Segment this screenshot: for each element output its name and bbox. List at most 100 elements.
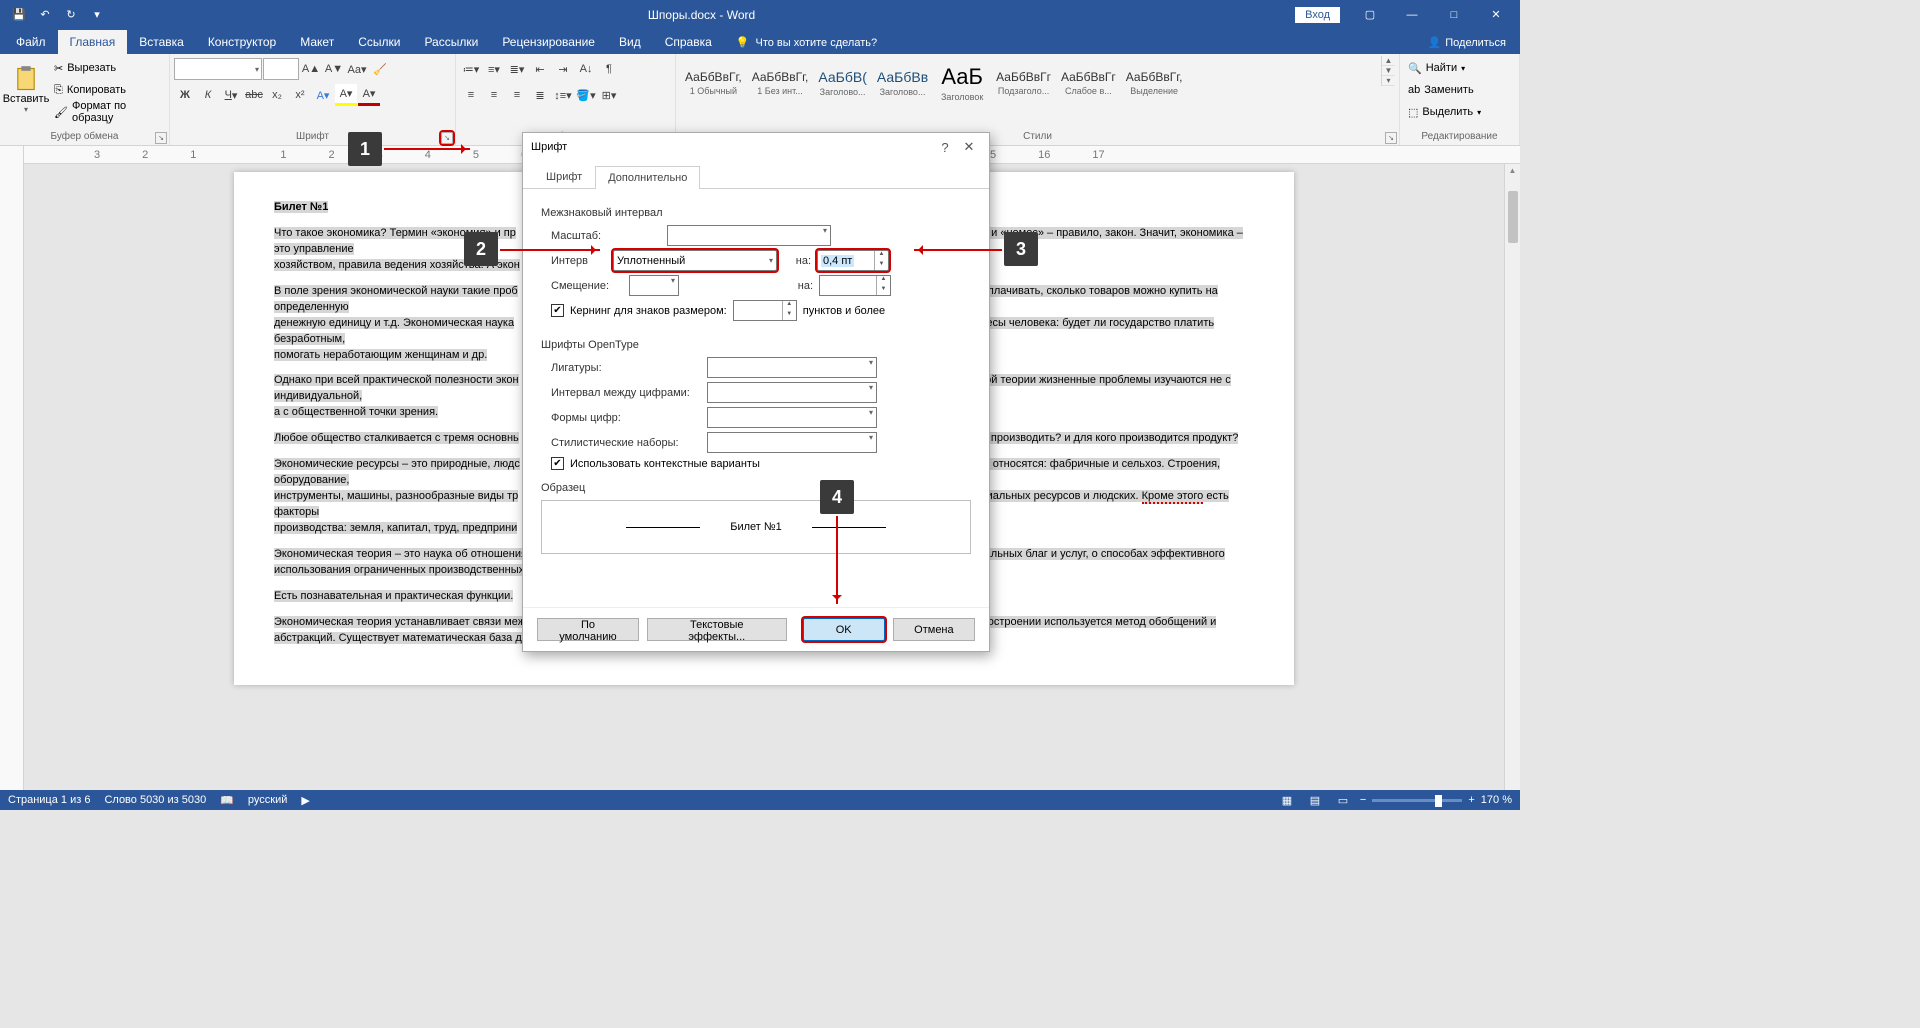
vertical-ruler[interactable] — [0, 164, 24, 790]
tab-help[interactable]: Справка — [653, 30, 724, 54]
ribbon-display-icon[interactable]: ▢ — [1350, 0, 1390, 29]
tab-layout[interactable]: Макет — [288, 30, 346, 54]
tab-home[interactable]: Главная — [58, 30, 128, 54]
style-item[interactable]: АаБбВвГг,1 Обычный — [680, 56, 747, 110]
numbering-button[interactable]: ≡▾ — [483, 58, 505, 80]
undo-icon[interactable]: ↶ — [34, 4, 56, 26]
save-icon[interactable]: 💾 — [8, 4, 30, 26]
num-forms-combo[interactable]: ▾ — [707, 407, 877, 428]
font-dialog-launcher[interactable]: ↘ — [441, 132, 453, 144]
text-effects-button[interactable]: A▾ — [312, 84, 334, 106]
clear-formatting-button[interactable]: 🧹 — [369, 58, 391, 80]
align-right-button[interactable]: ≡ — [506, 84, 528, 106]
view-print-icon[interactable]: ▤ — [1304, 789, 1326, 811]
change-case-button[interactable]: Aa▾ — [346, 58, 368, 80]
tab-mailings[interactable]: Рассылки — [412, 30, 490, 54]
position-combo[interactable]: ▾ — [629, 275, 679, 296]
align-center-button[interactable]: ≡ — [483, 84, 505, 106]
font-color-button[interactable]: A▾ — [358, 84, 380, 106]
spinner-up[interactable]: ▲ — [783, 301, 796, 311]
paste-button[interactable]: Вставить ▾ — [4, 56, 48, 122]
ligatures-combo[interactable]: ▾ — [707, 357, 877, 378]
tab-file[interactable]: Файл — [4, 30, 58, 54]
strikethrough-button[interactable]: abc — [243, 84, 265, 106]
kerning-checkbox[interactable]: ✔ — [551, 304, 564, 317]
spinner-down[interactable]: ▼ — [875, 261, 888, 271]
justify-button[interactable]: ≣ — [529, 84, 551, 106]
spacing-combo[interactable]: Уплотненный▾ — [613, 250, 777, 271]
find-button[interactable]: 🔍Найти▾ — [1404, 58, 1469, 78]
ok-button[interactable]: OK — [803, 618, 885, 641]
replace-button[interactable]: abЗаменить — [1404, 80, 1478, 100]
tab-insert[interactable]: Вставка — [127, 30, 196, 54]
scroll-thumb[interactable] — [1508, 191, 1518, 243]
increase-indent-button[interactable]: ⇥ — [552, 58, 574, 80]
grow-font-button[interactable]: A▲ — [300, 58, 322, 80]
style-item[interactable]: АаБбВвГгСлабое в... — [1056, 56, 1121, 110]
default-button[interactable]: По умолчанию — [537, 618, 639, 641]
vertical-scrollbar[interactable]: ▲ — [1504, 164, 1520, 790]
gallery-scroll-button[interactable]: ▾ — [1382, 76, 1395, 86]
qat-dropdown-icon[interactable]: ▾ — [86, 4, 108, 26]
zoom-out-button[interactable]: − — [1360, 794, 1366, 806]
show-marks-button[interactable]: ¶ — [598, 58, 620, 80]
redo-icon[interactable]: ↻ — [60, 4, 82, 26]
underline-button[interactable]: Ч▾ — [220, 84, 242, 106]
superscript-button[interactable]: x² — [289, 84, 311, 106]
cancel-button[interactable]: Отмена — [893, 618, 975, 641]
font-size-combo[interactable] — [263, 58, 299, 80]
spinner-down[interactable]: ▼ — [783, 311, 796, 321]
spinner-up[interactable]: ▲ — [877, 276, 890, 286]
status-proofing-icon[interactable]: 📖 — [220, 794, 234, 807]
close-icon[interactable]: ✕ — [1476, 0, 1516, 29]
contextual-checkbox[interactable]: ✔ — [551, 457, 564, 470]
decrease-indent-button[interactable]: ⇤ — [529, 58, 551, 80]
sort-button[interactable]: A↓ — [575, 58, 597, 80]
highlight-button[interactable]: A▾ — [335, 84, 357, 106]
dialog-close-button[interactable]: ✕ — [957, 139, 981, 155]
share-button[interactable]: 👤 Поделиться — [1414, 31, 1520, 54]
scale-combo[interactable]: ▾ — [667, 225, 831, 246]
login-button[interactable]: Вход — [1295, 7, 1340, 23]
zoom-level[interactable]: 170 % — [1481, 794, 1512, 806]
status-macro-icon[interactable]: ▶ — [301, 794, 309, 807]
tab-references[interactable]: Ссылки — [346, 30, 412, 54]
position-by-spinner[interactable]: ▲▼ — [819, 275, 891, 296]
view-web-icon[interactable]: ▭ — [1332, 789, 1354, 811]
multilevel-button[interactable]: ≣▾ — [506, 58, 528, 80]
borders-button[interactable]: ⊞▾ — [598, 84, 620, 106]
tab-view[interactable]: Вид — [607, 30, 653, 54]
status-language[interactable]: русский — [248, 794, 287, 806]
view-read-icon[interactable]: ▦ — [1276, 789, 1298, 811]
minimize-icon[interactable]: ― — [1392, 0, 1432, 29]
tell-me-search[interactable]: 💡 Что вы хотите сделать? — [724, 31, 889, 54]
shrink-font-button[interactable]: A▼ — [323, 58, 345, 80]
bullets-button[interactable]: ≔▾ — [460, 58, 482, 80]
align-left-button[interactable]: ≡ — [460, 84, 482, 106]
status-page[interactable]: Страница 1 из 6 — [8, 794, 90, 806]
style-item[interactable]: АаБбВвГг,1 Без инт... — [747, 56, 814, 110]
maximize-icon[interactable]: □ — [1434, 0, 1474, 29]
style-item[interactable]: АаБЗаголовок — [933, 56, 991, 110]
shading-button[interactable]: 🪣▾ — [575, 84, 597, 106]
zoom-slider[interactable] — [1372, 799, 1462, 802]
clipboard-launcher[interactable]: ↘ — [155, 132, 167, 144]
dialog-titlebar[interactable]: Шрифт ? ✕ — [523, 133, 989, 161]
styles-launcher[interactable]: ↘ — [1385, 132, 1397, 144]
spinner-up[interactable]: ▲ — [875, 251, 888, 261]
style-item[interactable]: АаБбВ(Заголово... — [813, 56, 872, 110]
dialog-help-button[interactable]: ? — [933, 140, 957, 155]
format-painter-button[interactable]: 🖌Формат по образцу — [50, 102, 165, 122]
select-button[interactable]: ⬚Выделить▾ — [1404, 102, 1485, 122]
italic-button[interactable]: К — [197, 84, 219, 106]
style-item[interactable]: АаБбВвГгПодзаголо... — [991, 56, 1056, 110]
line-spacing-button[interactable]: ↕≡▾ — [552, 84, 574, 106]
kerning-size-spinner[interactable]: ▲▼ — [733, 300, 797, 321]
style-item[interactable]: АаБбВвГг,Выделение — [1121, 56, 1188, 110]
bold-button[interactable]: Ж — [174, 84, 196, 106]
spacing-by-spinner[interactable]: 0,4 пт ▲▼ — [817, 250, 889, 271]
font-name-combo[interactable]: ▾ — [174, 58, 262, 80]
zoom-in-button[interactable]: + — [1468, 794, 1474, 806]
gallery-scroll-button[interactable]: ▼ — [1382, 66, 1395, 76]
dialog-tab-font[interactable]: Шрифт — [533, 165, 595, 188]
